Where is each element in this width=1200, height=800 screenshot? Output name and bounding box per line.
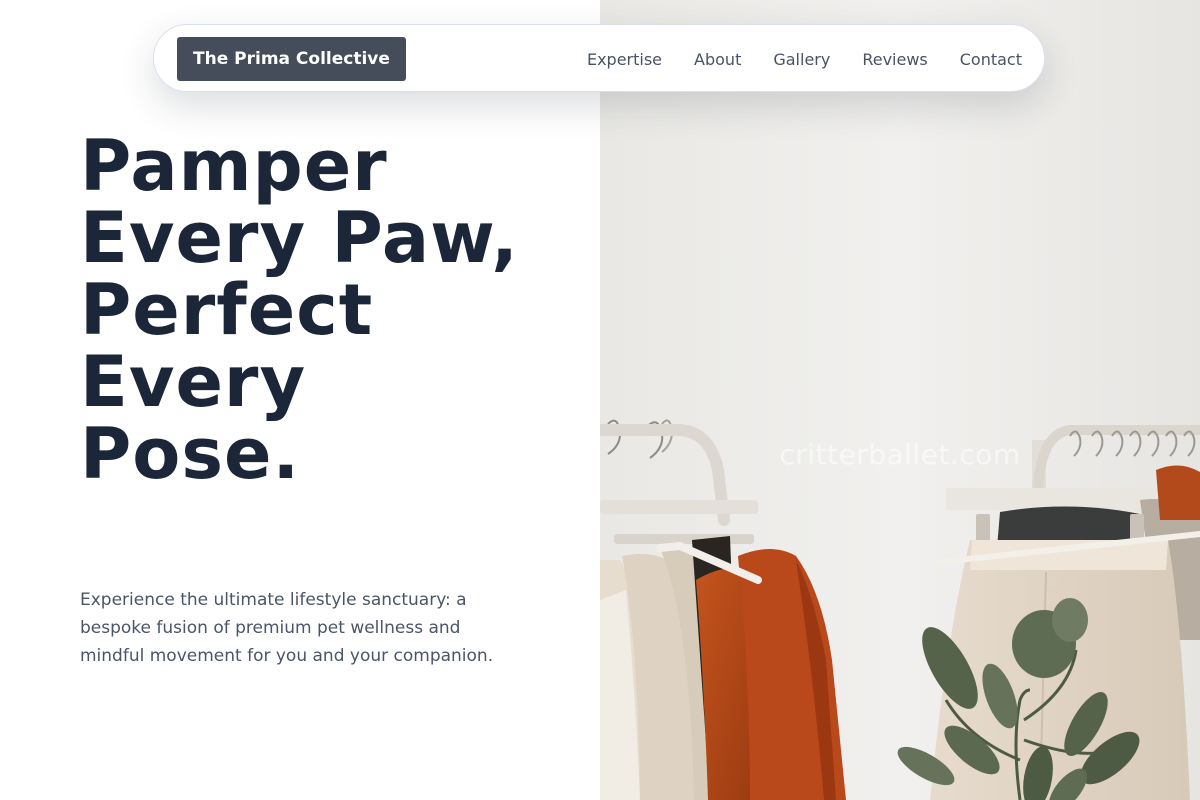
clothing-rack-illustration — [600, 0, 1200, 800]
hero-title: Pamper Every Paw, Perfect Every Pose. — [80, 125, 519, 495]
brand-logo[interactable]: The Prima Collective — [177, 37, 406, 81]
hero-image: critterballet.com — [600, 0, 1200, 800]
image-watermark: critterballet.com — [779, 438, 1021, 471]
nav-link-reviews[interactable]: Reviews — [862, 50, 927, 69]
main-nav: Expertise About Gallery Reviews Contact — [587, 25, 1022, 93]
nav-link-gallery[interactable]: Gallery — [773, 50, 830, 69]
nav-link-expertise[interactable]: Expertise — [587, 50, 662, 69]
hero-subtitle: Experience the ultimate lifestyle sanctu… — [80, 590, 494, 666]
site-header: The Prima Collective Expertise About Gal… — [153, 24, 1045, 92]
nav-link-about[interactable]: About — [694, 50, 741, 69]
nav-link-contact[interactable]: Contact — [960, 50, 1022, 69]
